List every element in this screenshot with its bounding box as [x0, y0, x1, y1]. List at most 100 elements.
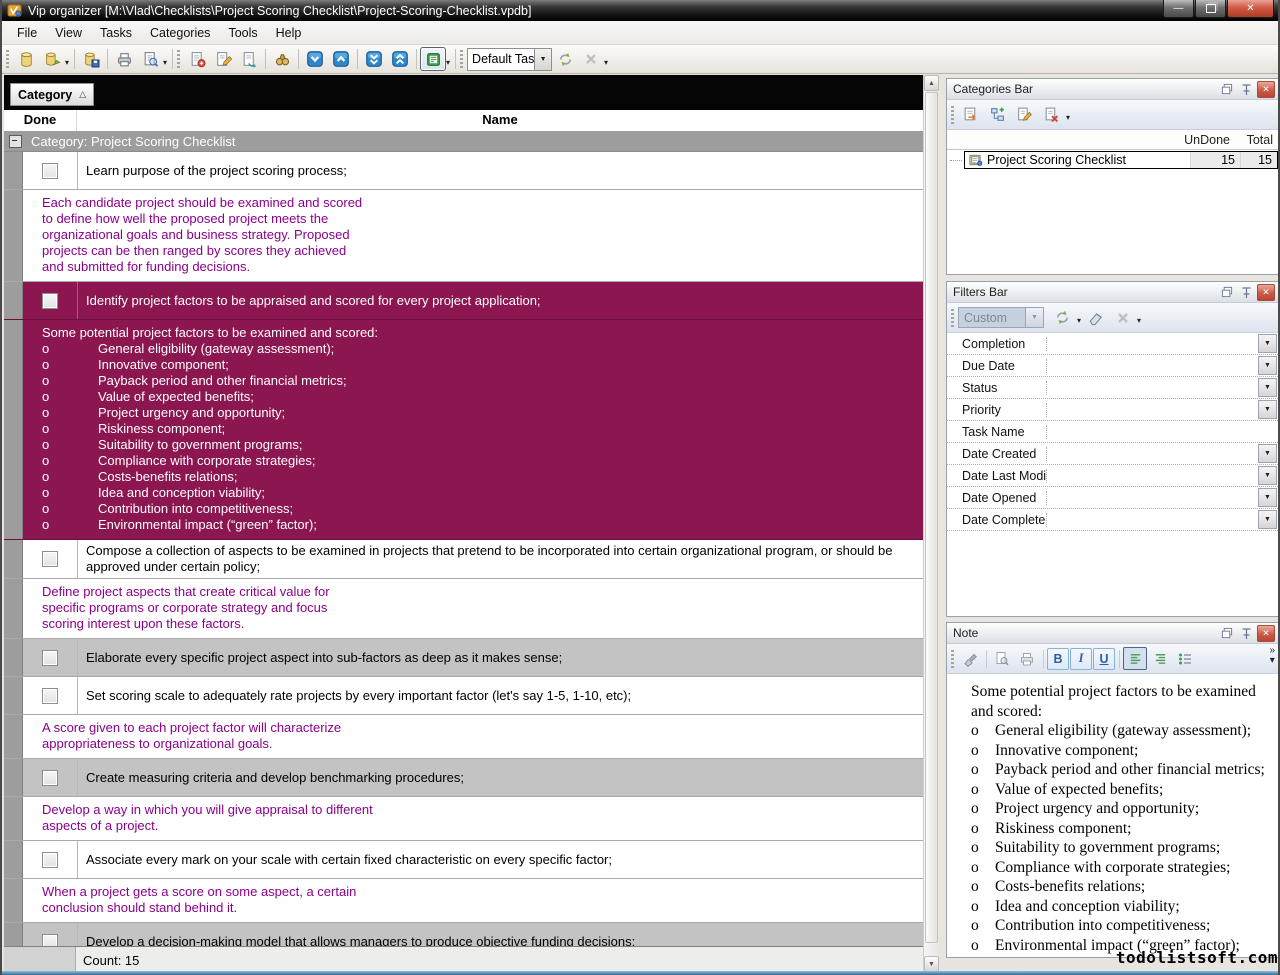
delete-icon[interactable] — [578, 47, 604, 71]
task-checkbox[interactable] — [42, 163, 58, 179]
move-down-icon[interactable] — [302, 47, 328, 71]
filter-dropdown-icon[interactable]: ▼ — [1258, 356, 1277, 375]
group-by-category-button[interactable]: Category △ — [10, 83, 94, 106]
filter-preset-combo[interactable]: Custom ▼ — [958, 307, 1044, 328]
toolbar-grip2[interactable] — [177, 50, 180, 68]
panel-restore-icon[interactable] — [1219, 285, 1235, 300]
column-total[interactable]: Total — [1235, 133, 1278, 147]
group-row[interactable]: Category: Project Scoring Checklist — [4, 131, 923, 152]
scrollbar-thumb[interactable] — [925, 92, 938, 943]
categories-toolbar-caret[interactable]: ▾ — [1066, 113, 1070, 122]
panel-close-icon[interactable]: ✕ — [1257, 284, 1275, 301]
task-checkbox[interactable] — [42, 770, 58, 786]
menu-file[interactable]: File — [8, 23, 46, 43]
filter-dropdown-icon[interactable]: ▼ — [1258, 334, 1277, 353]
save-database-icon[interactable] — [78, 47, 104, 71]
edit-category-icon[interactable] — [1012, 103, 1037, 126]
task-row[interactable]: Elaborate every specific project aspect … — [4, 639, 923, 677]
align-left-icon[interactable] — [1123, 647, 1147, 670]
main-scrollbar[interactable]: ▲ ▼ — [923, 75, 939, 972]
notes-view-icon[interactable] — [420, 47, 446, 71]
move-to-top-icon[interactable] — [387, 47, 413, 71]
task-row[interactable]: Learn purpose of the project scoring pro… — [4, 152, 923, 190]
filters-toolbar-caret[interactable]: ▾ — [1137, 316, 1141, 325]
panel-close-icon[interactable]: ✕ — [1257, 81, 1275, 98]
open-database-icon[interactable] — [39, 47, 65, 71]
task-type-combo[interactable]: Default Task ▼ — [467, 48, 552, 71]
task-checkbox[interactable] — [42, 852, 58, 868]
task-checkbox[interactable] — [42, 650, 58, 666]
print-preview-icon[interactable] — [137, 47, 163, 71]
menu-tools[interactable]: Tools — [219, 23, 266, 43]
task-row[interactable]: Compose a collection of aspects to be ex… — [4, 540, 923, 579]
panel-restore-icon[interactable] — [1219, 626, 1235, 641]
filter-dropdown-icon[interactable]: ▼ — [1258, 510, 1277, 529]
new-task-icon[interactable] — [184, 47, 210, 71]
categories-toolbar-grip[interactable] — [951, 106, 954, 124]
new-database-icon[interactable] — [13, 47, 39, 71]
bold-icon[interactable]: B — [1047, 648, 1069, 670]
open-database-caret[interactable]: ▾ — [65, 58, 69, 67]
task-checkbox[interactable] — [42, 293, 58, 309]
clear-filter-icon[interactable] — [1083, 306, 1108, 329]
panel-pin-icon[interactable] — [1238, 626, 1254, 641]
panel-restore-icon[interactable] — [1219, 82, 1235, 97]
format-painter-icon[interactable] — [958, 647, 982, 670]
delete-task-icon[interactable] — [236, 47, 262, 71]
task-type-combo-dropdown[interactable]: ▼ — [534, 49, 551, 70]
filter-dropdown-icon[interactable]: ▼ — [1258, 378, 1277, 397]
apply-filter-caret[interactable]: ▾ — [1077, 316, 1081, 325]
menu-tasks[interactable]: Tasks — [91, 23, 141, 43]
panel-close-icon[interactable]: ✕ — [1257, 625, 1275, 642]
notes-view-caret[interactable]: ▾ — [446, 58, 450, 67]
menu-categories[interactable]: Categories — [141, 23, 219, 43]
task-row[interactable]: Associate every mark on your scale with … — [4, 841, 923, 879]
new-category-icon[interactable] — [958, 103, 983, 126]
delete-caret[interactable]: ▾ — [604, 58, 608, 67]
italic-icon[interactable]: I — [1070, 648, 1092, 670]
underline-icon[interactable]: U — [1093, 648, 1115, 670]
align-right-icon[interactable] — [1148, 647, 1172, 670]
note-content[interactable]: Some potential project factors to be exa… — [947, 674, 1278, 955]
filter-dropdown-icon[interactable]: ▼ — [1258, 400, 1277, 419]
scroll-up-icon[interactable]: ▲ — [924, 75, 939, 91]
filters-toolbar-grip[interactable] — [951, 309, 954, 327]
delete-category-icon[interactable] — [1039, 103, 1064, 126]
print-icon[interactable] — [111, 47, 137, 71]
new-subcategory-icon[interactable] — [985, 103, 1010, 126]
task-row[interactable]: Develop a decision-making model that all… — [4, 923, 923, 946]
filter-dropdown-icon[interactable]: ▼ — [1258, 466, 1277, 485]
bullet-list-icon[interactable] — [1173, 647, 1197, 670]
filter-dropdown-icon[interactable]: ▼ — [1258, 444, 1277, 463]
move-to-bottom-icon[interactable] — [361, 47, 387, 71]
move-up-icon[interactable] — [328, 47, 354, 71]
category-row[interactable]: Project Scoring Checklist 15 15 — [947, 151, 1278, 169]
edit-task-icon[interactable] — [210, 47, 236, 71]
panel-pin-icon[interactable] — [1238, 285, 1254, 300]
find-icon[interactable] — [269, 47, 295, 71]
toolbar-overflow-icon[interactable]: »▾ — [1269, 646, 1275, 666]
column-undone[interactable]: UnDone — [1180, 133, 1235, 147]
task-row[interactable]: Identify project factors to be appraised… — [4, 282, 923, 320]
close-button[interactable]: ✕ — [1227, 0, 1274, 18]
menu-help[interactable]: Help — [267, 23, 311, 43]
apply-filter-icon[interactable] — [1050, 306, 1075, 329]
toolbar-grip3[interactable] — [460, 50, 463, 68]
task-checkbox[interactable] — [42, 688, 58, 704]
task-row[interactable]: Set scoring scale to adequately rate pro… — [4, 677, 923, 715]
note-print-icon[interactable] — [1015, 647, 1039, 670]
task-row[interactable]: Create measuring criteria and develop be… — [4, 759, 923, 797]
minimize-button[interactable]: — — [1163, 0, 1194, 18]
delete-filter-icon[interactable] — [1110, 306, 1135, 329]
column-header-done[interactable]: Done — [4, 110, 77, 131]
filter-dropdown-icon[interactable]: ▼ — [1258, 488, 1277, 507]
collapse-icon[interactable] — [9, 135, 22, 148]
note-toolbar-grip[interactable] — [951, 650, 954, 668]
column-header-name[interactable]: Name — [77, 110, 923, 131]
print-preview-caret[interactable]: ▾ — [163, 58, 167, 67]
menu-view[interactable]: View — [46, 23, 91, 43]
scroll-down-icon[interactable]: ▼ — [924, 956, 939, 972]
toolbar-grip[interactable] — [6, 50, 9, 68]
restore-button[interactable] — [1195, 0, 1226, 18]
task-checkbox[interactable] — [42, 934, 58, 947]
